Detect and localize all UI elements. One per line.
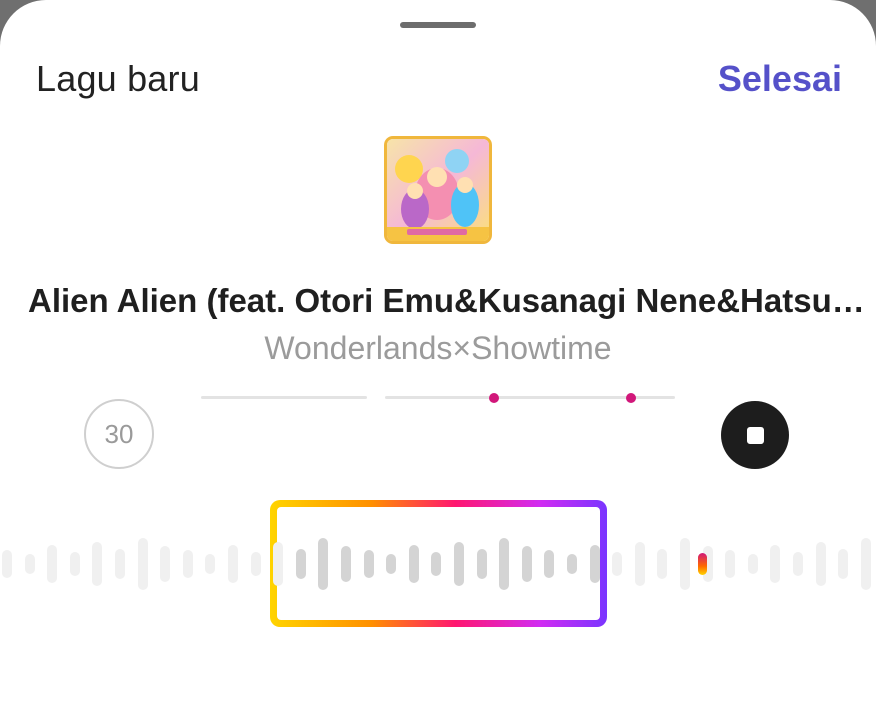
waveform-bar <box>160 546 171 582</box>
waveform-bar <box>634 542 645 586</box>
waveform-bar <box>250 552 261 576</box>
waveform-bar <box>680 538 690 590</box>
waveform-bar <box>205 554 216 574</box>
page-title: Lagu baru <box>36 58 200 99</box>
waveform-bar <box>725 550 736 578</box>
waveform-bar <box>544 550 555 578</box>
album-cover <box>387 139 489 241</box>
waveform-bar <box>295 549 306 579</box>
waveform-bar <box>386 554 397 574</box>
waveform-bar <box>499 538 510 590</box>
song-artist: Wonderlands×Showtime <box>264 330 612 366</box>
timeline-marker-start[interactable] <box>489 393 499 403</box>
waveform-bar <box>341 546 351 582</box>
waveform-bar <box>363 550 374 578</box>
waveform-bar <box>589 545 600 583</box>
album-art-icon <box>387 139 489 241</box>
waveform-bar <box>612 552 623 576</box>
waveform-bar <box>408 545 419 583</box>
waveform-bar <box>115 549 125 579</box>
waveform-bar <box>476 549 487 579</box>
waveform-bar <box>521 546 532 582</box>
waveform-bar <box>793 552 803 576</box>
waveform-bar <box>2 550 12 578</box>
done-button[interactable]: Selesai <box>718 58 842 100</box>
waveform-bar <box>838 549 849 579</box>
waveform-track[interactable] <box>0 538 876 590</box>
waveform-bar <box>92 542 103 586</box>
clip-duration-button[interactable]: 30 <box>84 399 154 469</box>
waveform-bar <box>860 538 871 590</box>
waveform-bar <box>228 545 238 583</box>
stop-button[interactable] <box>721 401 789 469</box>
waveform-bar <box>770 545 781 583</box>
music-picker-sheet: Lagu baru Selesai Alien Alien (feat. Oto… <box>0 0 876 720</box>
timeline-marker-end[interactable] <box>626 393 636 403</box>
playhead-indicator <box>698 553 707 575</box>
waveform-bar <box>747 554 758 574</box>
waveform-bar <box>69 552 80 576</box>
sheet-grabber[interactable] <box>400 22 476 28</box>
song-title: Alien Alien (feat. Otori Emu&Kusanagi Ne… <box>28 282 865 319</box>
waveform-bar <box>567 554 577 574</box>
waveform-bar <box>182 550 193 578</box>
waveform-bar <box>24 554 35 574</box>
waveform-bar <box>273 542 284 586</box>
waveform-bar <box>318 538 329 590</box>
stop-icon <box>746 426 764 444</box>
waveform-bar <box>454 542 464 586</box>
waveform-bar <box>137 538 148 590</box>
timeline-segment-left <box>201 396 367 399</box>
waveform-bar <box>657 549 668 579</box>
waveform-bar <box>431 552 442 576</box>
waveform-bar <box>47 545 58 583</box>
waveform-bar <box>815 542 826 586</box>
